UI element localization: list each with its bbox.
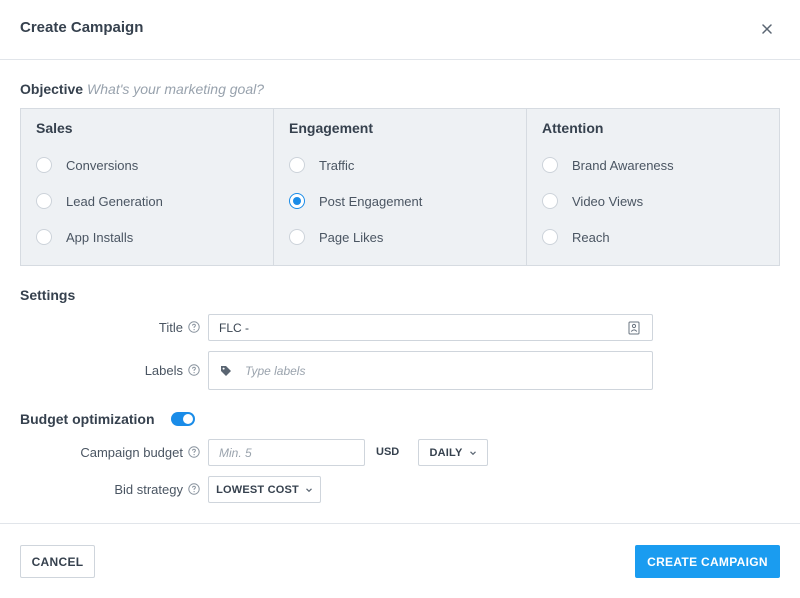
- close-icon[interactable]: [758, 20, 776, 38]
- objective-column-engagement: Engagement Traffic Post Engagement Page …: [274, 109, 527, 265]
- question-circle-icon[interactable]: [188, 483, 200, 495]
- objective-hint: What's your marketing goal?: [87, 81, 265, 97]
- bid-strategy-dropdown[interactable]: LOWEST COST: [208, 476, 321, 503]
- radio-page-likes[interactable]: Page Likes: [289, 228, 383, 246]
- currency-label: USD: [376, 446, 400, 458]
- title-input[interactable]: FLC -: [208, 314, 653, 341]
- radio-button-selected[interactable]: [289, 193, 305, 209]
- create-campaign-button[interactable]: CREATE CAMPAIGN: [635, 545, 780, 578]
- radio-reach[interactable]: Reach: [542, 228, 610, 246]
- radio-post-engagement[interactable]: Post Engagement: [289, 192, 422, 210]
- budget-optimization-toggle[interactable]: [171, 412, 195, 426]
- campaign-budget-field-label: Campaign budget: [20, 443, 200, 461]
- radio-button[interactable]: [289, 229, 305, 245]
- radio-button[interactable]: [36, 193, 52, 209]
- question-circle-icon[interactable]: [188, 321, 200, 333]
- budget-period-value: DAILY: [429, 446, 463, 459]
- settings-heading: Settings: [20, 287, 76, 303]
- labels-placeholder: Type labels: [245, 363, 306, 378]
- campaign-budget-placeholder: Min. 5: [219, 445, 252, 460]
- radio-label: Reach: [572, 229, 610, 245]
- radio-button[interactable]: [36, 157, 52, 173]
- radio-brand-awareness[interactable]: Brand Awareness: [542, 156, 674, 174]
- budget-period-dropdown[interactable]: DAILY: [418, 439, 488, 466]
- radio-app-installs[interactable]: App Installs: [36, 228, 133, 246]
- title-label-text: Title: [158, 319, 183, 335]
- objective-column-attention: Attention Brand Awareness Video Views Re…: [527, 109, 779, 265]
- labels-input[interactable]: Type labels: [208, 351, 653, 390]
- bid-strategy-field-label: Bid strategy: [20, 480, 200, 498]
- objective-heading: Objective What's your marketing goal?: [20, 81, 264, 97]
- title-input-value: FLC -: [219, 320, 249, 335]
- radio-label: Page Likes: [319, 229, 384, 245]
- radio-traffic[interactable]: Traffic: [289, 156, 354, 174]
- budget-heading: Budget optimization: [20, 411, 155, 427]
- chevron-down-icon: [469, 450, 476, 455]
- column-title: Attention: [542, 120, 604, 136]
- dialog-title: Create Campaign: [20, 19, 144, 36]
- radio-button[interactable]: [542, 157, 558, 173]
- radio-button[interactable]: [289, 157, 305, 173]
- objective-column-sales: Sales Conversions Lead Generation App In…: [21, 109, 274, 265]
- campaign-budget-input[interactable]: Min. 5: [208, 439, 365, 466]
- radio-conversions[interactable]: Conversions: [36, 156, 138, 174]
- bid-strategy-value: LOWEST COST: [216, 483, 299, 496]
- radio-label: Conversions: [66, 157, 139, 173]
- radio-label: Video Views: [572, 193, 644, 209]
- column-title: Engagement: [289, 120, 374, 136]
- radio-button[interactable]: [36, 229, 52, 245]
- radio-lead-generation[interactable]: Lead Generation: [36, 192, 163, 210]
- radio-button[interactable]: [542, 193, 558, 209]
- objective-panel: Sales Conversions Lead Generation App In…: [20, 108, 780, 266]
- contact-card-icon[interactable]: [628, 321, 640, 335]
- title-field-label: Title: [20, 318, 200, 336]
- labels-field-label: Labels: [20, 361, 200, 379]
- radio-label: Post Engagement: [319, 193, 423, 209]
- radio-label: Traffic: [319, 157, 355, 173]
- dialog-footer: CANCEL CREATE CAMPAIGN: [0, 523, 800, 598]
- radio-label: Lead Generation: [66, 193, 163, 209]
- radio-label: Brand Awareness: [572, 157, 674, 173]
- radio-button[interactable]: [542, 229, 558, 245]
- labels-label-text: Labels: [144, 362, 183, 378]
- bid-strategy-label-text: Bid strategy: [114, 481, 183, 497]
- radio-label: App Installs: [66, 229, 134, 245]
- chevron-down-icon: [306, 487, 312, 492]
- campaign-budget-label-text: Campaign budget: [80, 444, 183, 460]
- radio-video-views[interactable]: Video Views: [542, 192, 643, 210]
- question-circle-icon[interactable]: [188, 446, 200, 458]
- tag-icon: [221, 365, 231, 376]
- column-title: Sales: [36, 120, 73, 136]
- cancel-button[interactable]: CANCEL: [20, 545, 95, 578]
- question-circle-icon[interactable]: [188, 364, 200, 376]
- objective-heading-label: Objective: [20, 81, 84, 97]
- dialog-header: Create Campaign: [0, 0, 800, 60]
